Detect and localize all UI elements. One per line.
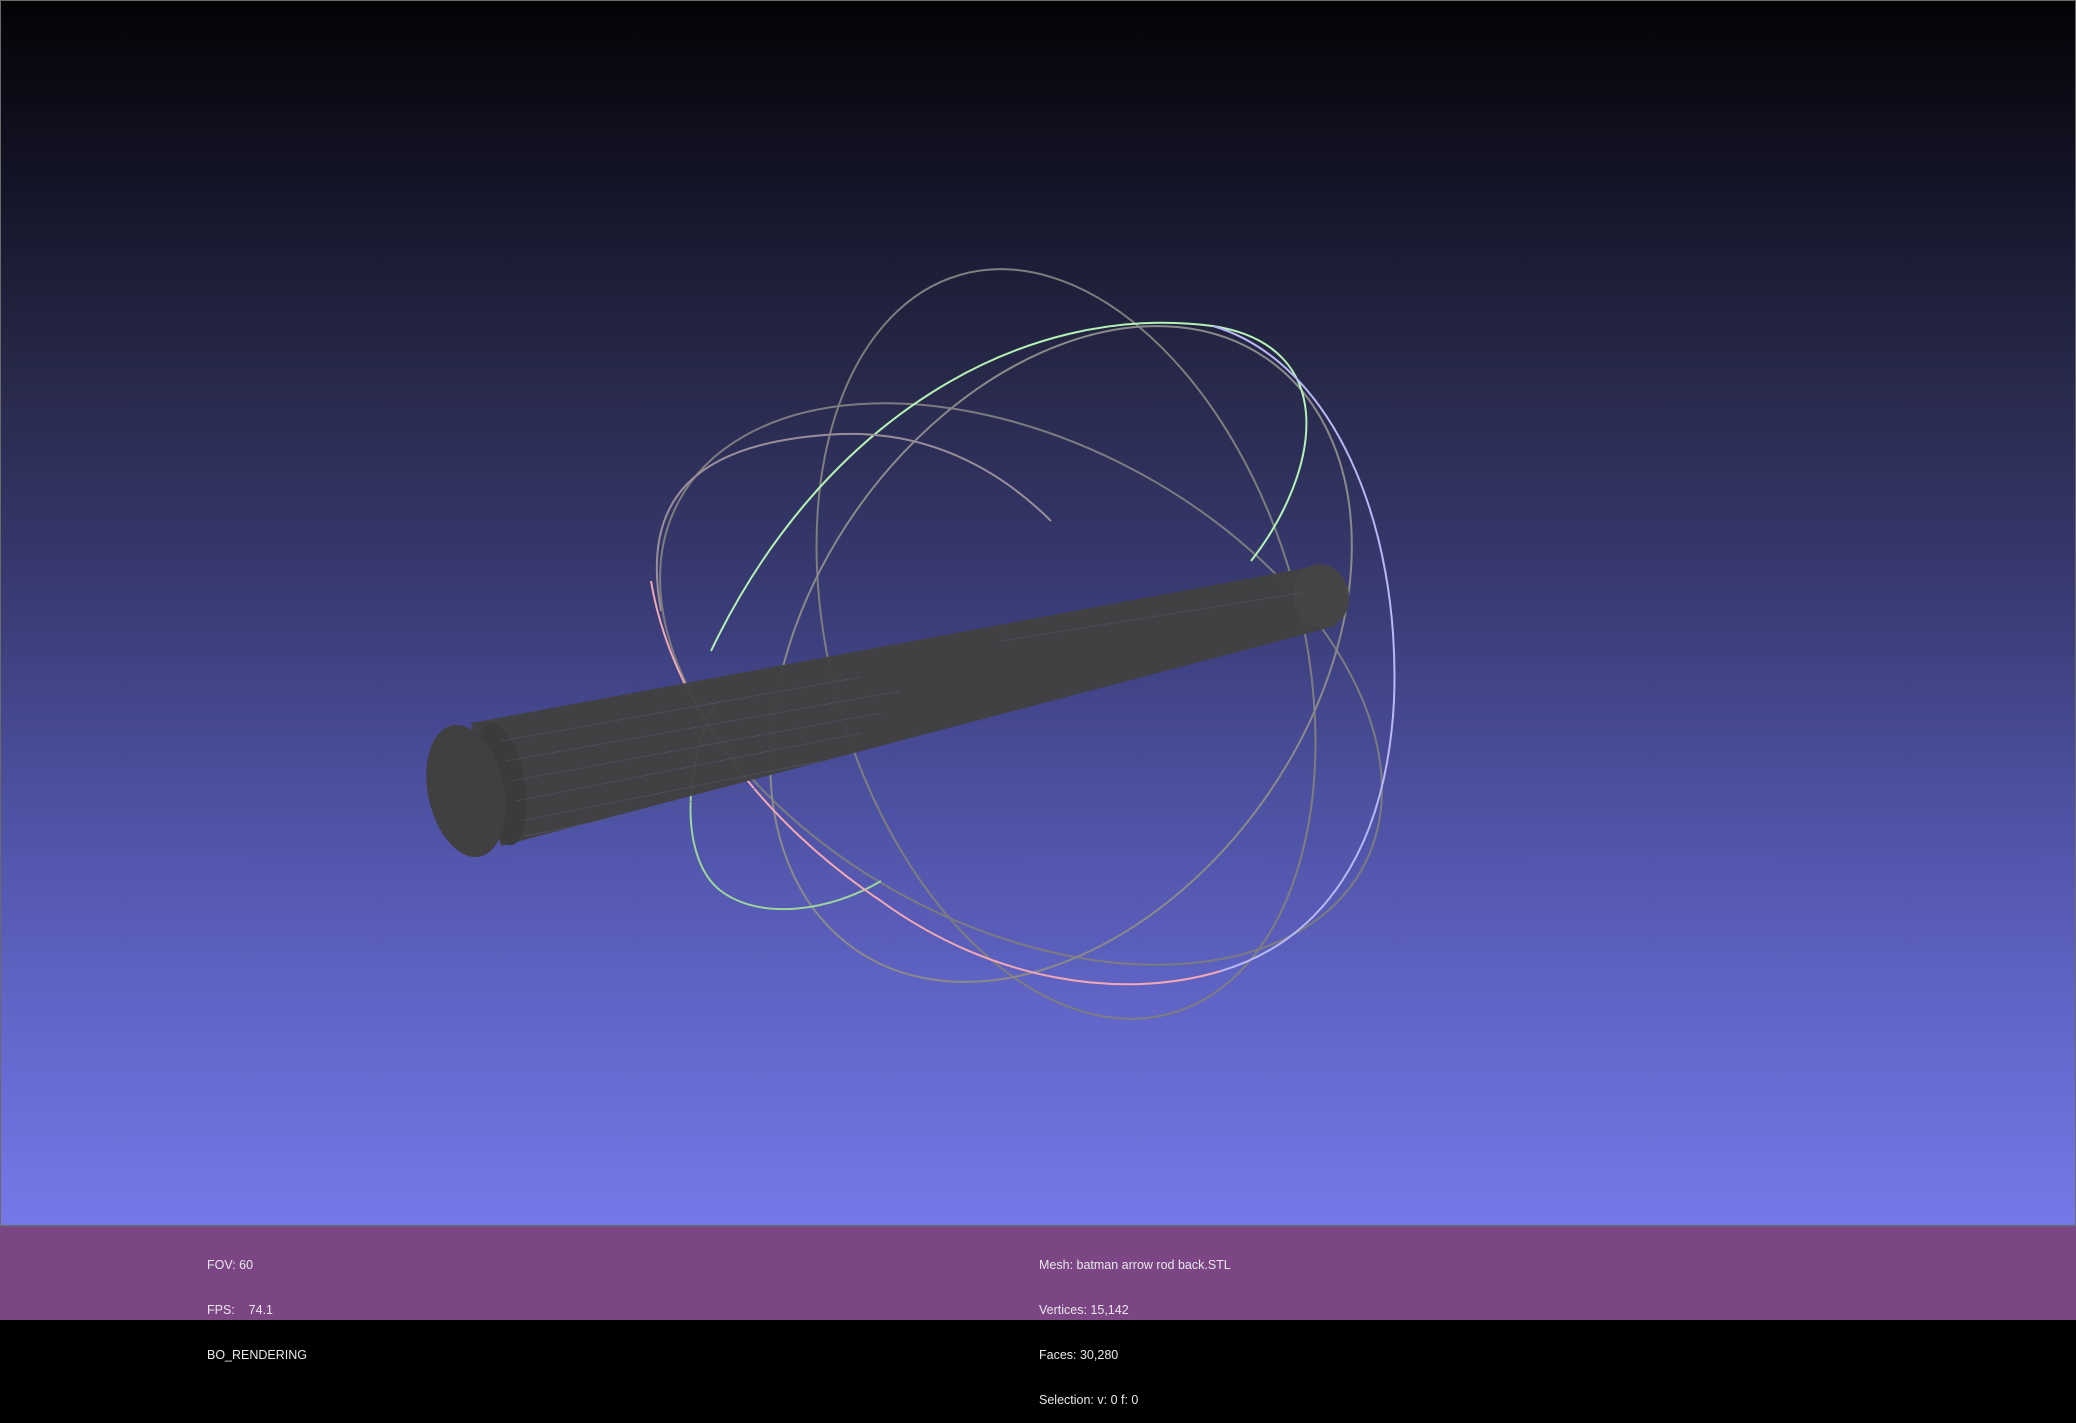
fps-label: FPS: 74.1 — [207, 1303, 274, 1317]
info-bar — [0, 1226, 2076, 1320]
fov-label: FOV: 60 — [207, 1258, 254, 1272]
selection-label: Selection: v: 0 f: 0 — [1039, 1393, 1139, 1407]
faces-label: Faces: 30,280 — [1039, 1348, 1119, 1362]
3d-viewport[interactable] — [0, 0, 2076, 1226]
trackball-ring-red[interactable] — [655, 432, 1052, 612]
mesh-name-label: Mesh: batman arrow rod back.STL — [1039, 1258, 1231, 1272]
mesh-info: Mesh: batman arrow rod back.STL Vertices… — [1039, 1228, 1231, 1423]
render-mode-label: BO_RENDERING — [207, 1348, 308, 1362]
render-stats: FOV: 60 FPS: 74.1 BO_RENDERING — [207, 1228, 307, 1378]
vertices-label: Vertices: 15,142 — [1039, 1303, 1129, 1317]
scene-canvas[interactable] — [1, 1, 2076, 1227]
rod-body[interactable] — [471, 567, 1336, 846]
mesh-rod[interactable] — [415, 559, 1355, 865]
